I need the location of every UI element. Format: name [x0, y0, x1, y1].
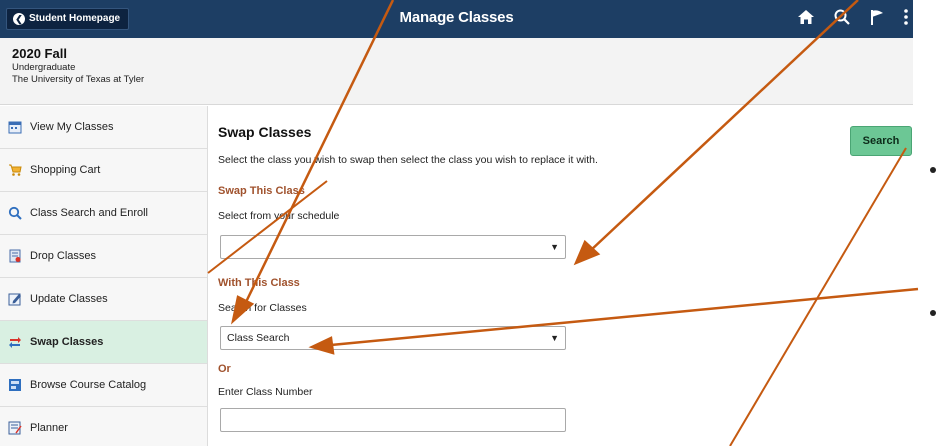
sidebar-item-label: Swap Classes	[30, 336, 104, 348]
header-actions	[797, 8, 909, 29]
sidebar-item-planner[interactable]: Planner	[0, 407, 207, 446]
swap-this-class-heading: Swap This Class	[218, 185, 305, 197]
with-this-class-heading: With This Class	[218, 277, 300, 289]
swap-icon	[8, 335, 22, 349]
chevron-down-icon: ▼	[550, 333, 559, 343]
edit-icon	[8, 292, 22, 306]
more-vertical-icon[interactable]	[903, 8, 909, 29]
institution-label: The University of Texas at Tyler	[12, 74, 145, 85]
annotation-bullet	[930, 167, 936, 173]
schedule-class-select[interactable]: ▼	[220, 235, 566, 259]
class-search-select[interactable]: Class Search ▼	[220, 326, 566, 350]
search-icon	[8, 206, 22, 220]
annotation-bullet	[930, 310, 936, 316]
sidebar-item-browse-course-catalog[interactable]: Browse Course Catalog	[0, 364, 207, 407]
search-icon[interactable]	[833, 8, 851, 29]
select-from-schedule-label: Select from your schedule	[218, 210, 340, 222]
calendar-icon	[8, 120, 22, 134]
swap-classes-panel: Swap Classes Select the class you wish t…	[218, 106, 918, 446]
sidebar-item-label: View My Classes	[30, 121, 114, 133]
sidebar-item-label: Class Search and Enroll	[30, 207, 149, 219]
sidebar-item-swap-classes[interactable]: Swap Classes	[0, 321, 207, 364]
catalog-icon	[8, 378, 22, 392]
sidebar-item-label: Update Classes	[30, 293, 108, 305]
enter-class-number-label: Enter Class Number	[218, 386, 313, 398]
sidebar-item-label: Drop Classes	[30, 250, 97, 262]
app-header: ❮ Student Homepage Manage Classes	[0, 0, 913, 38]
sidebar-item-shopping-cart[interactable]: Shopping Cart	[0, 149, 207, 192]
class-search-select-value: Class Search	[227, 332, 290, 344]
sidebar-item-view-my-classes[interactable]: View My Classes	[0, 106, 207, 149]
career-label: Undergraduate	[12, 62, 76, 73]
or-label: Or	[218, 363, 231, 375]
sidebar-item-label: Shopping Cart	[30, 164, 101, 176]
chevron-down-icon: ▼	[550, 242, 559, 252]
drop-icon	[8, 249, 22, 263]
class-number-input[interactable]	[220, 408, 566, 432]
sidebar-item-drop-classes[interactable]: Drop Classes	[0, 235, 207, 278]
sidebar-item-class-search-and-enroll[interactable]: Class Search and Enroll	[0, 192, 207, 235]
search-button[interactable]: Search	[850, 126, 912, 156]
search-for-classes-label: Search for Classes	[218, 302, 307, 314]
page-title: Swap Classes	[218, 124, 312, 140]
planner-icon	[8, 421, 22, 435]
sidebar-item-label: Browse Course Catalog	[30, 379, 147, 391]
sidebar-nav: View My Classes Shopping Cart Class Sear…	[0, 106, 208, 446]
term-label: 2020 Fall	[12, 46, 67, 61]
term-context: 2020 Fall Undergraduate The University o…	[0, 38, 913, 105]
page-header-title: Manage Classes	[399, 9, 514, 26]
sidebar-item-update-classes[interactable]: Update Classes	[0, 278, 207, 321]
cart-icon	[8, 163, 22, 177]
instructions-text: Select the class you wish to swap then s…	[218, 154, 598, 166]
flag-icon[interactable]	[869, 8, 885, 29]
home-icon[interactable]	[797, 8, 815, 29]
sidebar-item-label: Planner	[30, 422, 68, 434]
